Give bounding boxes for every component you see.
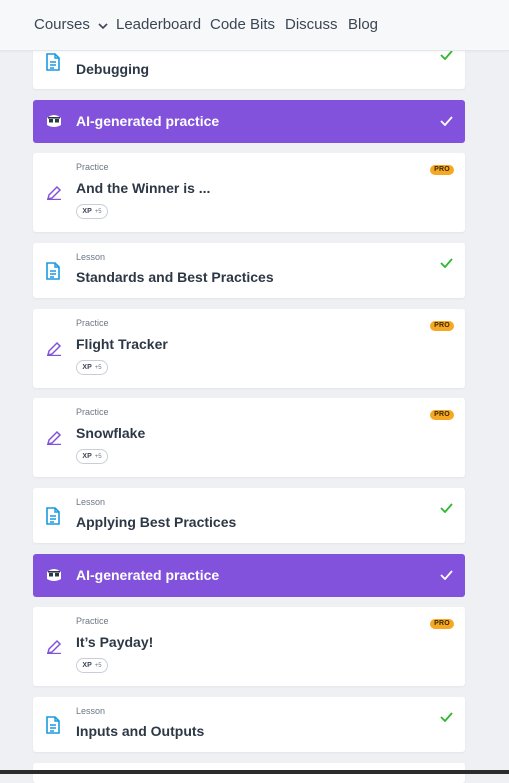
xp-badge: XP +5 <box>76 449 108 464</box>
xp-label: XP <box>82 208 92 215</box>
item-title: Flight Tracker <box>76 336 168 352</box>
pencil-edit-icon <box>45 429 63 450</box>
pencil-edit-icon <box>45 184 63 205</box>
practice-item[interactable]: Practice Snowflake XP +5 PRO <box>33 398 465 477</box>
nav-code-bits[interactable]: Code Bits <box>210 16 275 33</box>
robot-mascot-icon <box>45 113 63 134</box>
item-title: Debugging <box>76 61 150 77</box>
item-kind-label: Practice <box>76 318 109 328</box>
item-title: Applying Best Practices <box>76 514 237 530</box>
robot-mascot-icon <box>45 567 63 588</box>
checkmark-icon <box>440 567 453 585</box>
item-title: Snowflake <box>76 425 146 441</box>
practice-item[interactable]: Practice It’s Payday! XP +5 PRO <box>33 607 465 686</box>
xp-value: +5 <box>94 663 102 669</box>
nav-courses[interactable]: Courses <box>34 16 108 34</box>
top-navigation: Courses Leaderboard Code Bits Discuss Bl… <box>0 0 509 51</box>
item-kind-label: Practice <box>76 407 109 417</box>
xp-badge: XP +5 <box>76 204 108 219</box>
lesson-icon <box>45 53 61 76</box>
checkmark-icon <box>440 709 453 727</box>
item-title: Inputs and Outputs <box>76 723 205 739</box>
item-kind-label: Lesson <box>76 252 106 262</box>
xp-label: XP <box>82 364 92 371</box>
pencil-edit-icon <box>45 340 63 361</box>
item-kind-label: Practice <box>76 616 109 626</box>
pencil-edit-icon <box>45 638 63 659</box>
xp-label: XP <box>82 662 92 669</box>
item-kind-label: Lesson <box>76 497 106 507</box>
xp-value: +5 <box>94 365 102 371</box>
item-title: It’s Payday! <box>76 634 154 650</box>
item-kind-label: Practice <box>76 162 109 172</box>
nav-leaderboard[interactable]: Leaderboard <box>116 16 201 33</box>
ai-practice-label: AI-generated practice <box>76 567 220 583</box>
pro-badge: PRO <box>430 165 454 175</box>
lesson-item[interactable]: Lesson Inputs and Outputs <box>33 697 465 752</box>
practice-item[interactable]: Practice And the Winner is ... XP +5 PRO <box>33 153 465 232</box>
xp-value: +5 <box>94 209 102 215</box>
lesson-icon <box>45 262 61 285</box>
xp-badge: XP +5 <box>76 360 108 375</box>
nav-blog[interactable]: Blog <box>348 16 378 33</box>
lesson-item[interactable]: Lesson Standards and Best Practices <box>33 243 465 298</box>
lesson-icon <box>45 507 61 530</box>
pro-badge: PRO <box>430 410 454 420</box>
item-kind-label: Lesson <box>76 706 106 716</box>
item-title: Standards and Best Practices <box>76 269 274 285</box>
pro-badge: PRO <box>430 321 454 331</box>
item-title: And the Winner is ... <box>76 180 211 196</box>
bottom-edge <box>0 770 509 774</box>
ai-practice-banner[interactable]: AI-generated practice <box>33 554 465 597</box>
xp-badge: XP +5 <box>76 658 108 673</box>
practice-item[interactable]: Practice Flight Tracker XP +5 PRO <box>33 309 465 388</box>
nav-courses-label: Courses <box>34 16 90 33</box>
nav-discuss[interactable]: Discuss <box>285 16 338 33</box>
xp-value: +5 <box>94 454 102 460</box>
checkmark-icon <box>440 500 453 518</box>
lesson-icon <box>45 716 61 739</box>
xp-label: XP <box>82 453 92 460</box>
pro-badge: PRO <box>430 619 454 629</box>
ai-practice-banner[interactable]: AI-generated practice <box>33 100 465 143</box>
chevron-down-icon <box>98 17 108 34</box>
lesson-item[interactable]: Lesson Applying Best Practices <box>33 488 465 543</box>
checkmark-icon <box>440 255 453 273</box>
checkmark-icon <box>440 113 453 131</box>
ai-practice-label: AI-generated practice <box>76 113 220 129</box>
